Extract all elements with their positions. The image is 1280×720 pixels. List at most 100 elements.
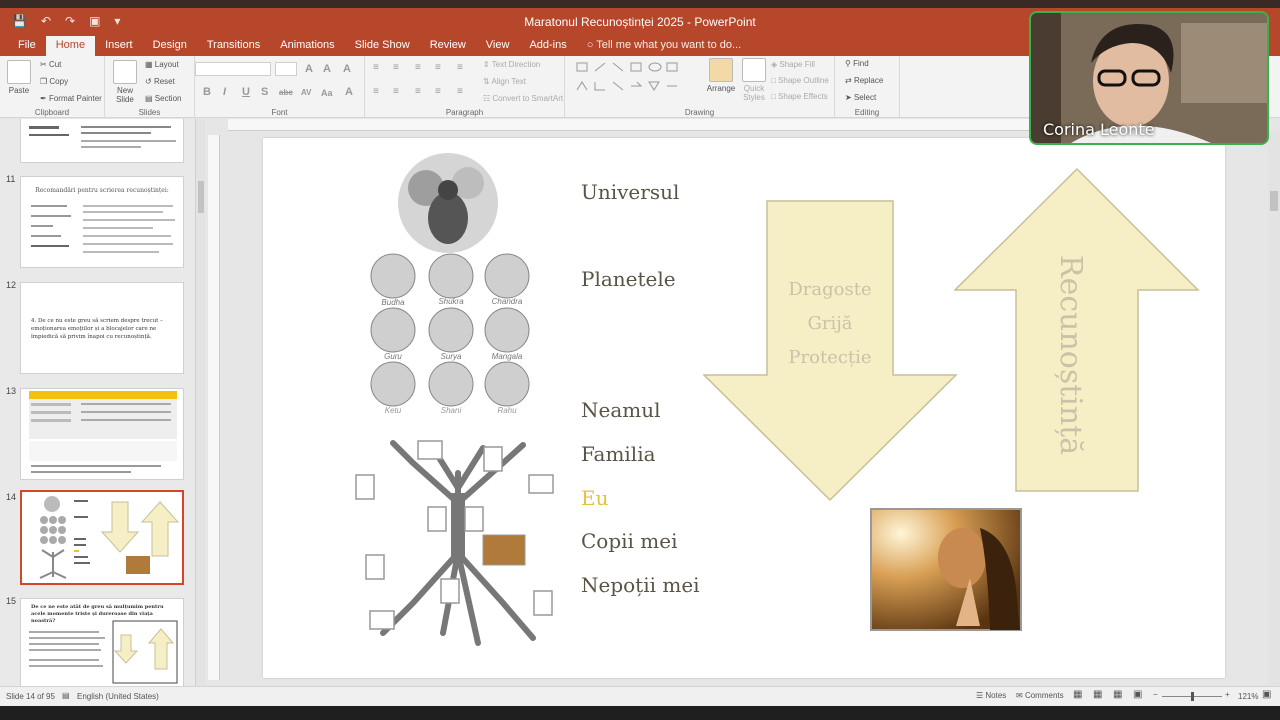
zoom-out-icon[interactable]: − bbox=[1153, 690, 1158, 699]
shape-fill-button[interactable]: ◈ Shape Fill bbox=[771, 60, 815, 69]
label-universul: Universul bbox=[581, 180, 680, 204]
text-direction-label: Text Direction bbox=[491, 60, 541, 69]
thumbnail-number: 13 bbox=[6, 386, 17, 396]
decrease-indent-icon[interactable]: ≡ bbox=[415, 62, 421, 73]
align-center-icon[interactable]: ≡ bbox=[393, 86, 399, 97]
current-slide[interactable]: Budha Shukra Chandra Guru Surya Mangala … bbox=[263, 138, 1225, 678]
shadow-button[interactable]: S bbox=[261, 86, 268, 98]
reading-view-icon[interactable]: ▦ bbox=[1113, 689, 1122, 700]
font-size-box[interactable] bbox=[275, 62, 297, 76]
proofing-icon[interactable]: ▤ bbox=[62, 691, 70, 700]
universe-image bbox=[398, 153, 498, 253]
quick-styles-button[interactable]: Quick Styles bbox=[739, 58, 769, 102]
zoom-in-icon[interactable]: + bbox=[1225, 690, 1230, 699]
zoom-slider-handle[interactable] bbox=[1191, 692, 1194, 701]
increase-indent-icon[interactable]: ≡ bbox=[435, 62, 441, 73]
notes-icon: ☰ bbox=[976, 691, 986, 700]
format-painter-button[interactable]: ✒ Format Painter bbox=[40, 94, 102, 103]
slide-thumbnail-15[interactable]: De ce ne este atât de greu să mulțumim p… bbox=[20, 598, 184, 686]
columns-icon[interactable]: ≡ bbox=[457, 86, 463, 97]
tab-insert[interactable]: Insert bbox=[95, 36, 143, 56]
reset-button[interactable]: ↺ Reset bbox=[145, 77, 175, 86]
section-button[interactable]: ▤ Section bbox=[145, 94, 181, 103]
slide-14-preview bbox=[39, 496, 180, 579]
align-right-icon[interactable]: ≡ bbox=[415, 86, 421, 97]
tab-view[interactable]: View bbox=[476, 36, 520, 56]
layout-button[interactable]: ▦ Layout bbox=[145, 60, 179, 69]
tab-file[interactable]: File bbox=[8, 36, 46, 56]
underline-button[interactable]: U bbox=[242, 86, 250, 98]
slide-thumbnail-12[interactable]: 4. De ce nu este greu să scriem despre t… bbox=[20, 282, 184, 374]
slide-scrollbar[interactable] bbox=[1268, 131, 1280, 686]
comment-icon: ✉ bbox=[1016, 691, 1025, 700]
tell-me-box[interactable]: ○ Tell me what you want to do... bbox=[577, 36, 751, 56]
planet-label-ketu: Ketu bbox=[384, 406, 402, 415]
new-slide-icon bbox=[113, 60, 137, 84]
copy-label: Copy bbox=[49, 77, 69, 86]
change-case-button[interactable]: Aa bbox=[321, 88, 333, 98]
slide-thumbnail-14-selected[interactable] bbox=[20, 490, 184, 585]
line-spacing-icon[interactable]: ≡ bbox=[457, 62, 463, 73]
copy-button[interactable]: ❐ Copy bbox=[40, 77, 68, 86]
shape-outline-button[interactable]: □ Shape Outline bbox=[771, 76, 829, 85]
new-slide-button[interactable]: New Slide bbox=[111, 60, 139, 104]
thumbnail-scroll-thumb[interactable] bbox=[198, 181, 204, 213]
char-spacing-button[interactable]: AV bbox=[301, 88, 312, 97]
bold-button[interactable]: B bbox=[203, 86, 211, 98]
bullets-icon[interactable]: ≡ bbox=[373, 62, 379, 73]
tab-add-ins[interactable]: Add-ins bbox=[519, 36, 576, 56]
text-direction-button[interactable]: ⇕ Text Direction bbox=[483, 60, 540, 69]
font-name-box[interactable] bbox=[195, 62, 271, 76]
fit-to-window-icon[interactable]: ▣ bbox=[1262, 689, 1271, 700]
tab-slide-show[interactable]: Slide Show bbox=[345, 36, 420, 56]
drawing-group: Arrange Quick Styles ◈ Shape Fill □ Shap… bbox=[565, 56, 835, 118]
smartart-icon: ☷ bbox=[483, 94, 493, 103]
justify-icon[interactable]: ≡ bbox=[435, 86, 441, 97]
shapes-gallery[interactable] bbox=[573, 60, 703, 96]
zoom-level[interactable]: 121% bbox=[1238, 692, 1258, 701]
slide-thumbnail-10[interactable] bbox=[20, 119, 184, 163]
font-color-button[interactable]: A bbox=[345, 86, 353, 98]
arrange-button[interactable]: Arrange bbox=[705, 58, 737, 93]
cut-button[interactable]: ✂ Cut bbox=[40, 60, 61, 69]
slide-thumbnail-13[interactable] bbox=[20, 388, 184, 480]
align-left-icon[interactable]: ≡ bbox=[373, 86, 379, 97]
thumbnail-scrollbar[interactable] bbox=[195, 119, 205, 686]
tab-transitions[interactable]: Transitions bbox=[197, 36, 270, 56]
numbering-icon[interactable]: ≡ bbox=[393, 62, 399, 73]
slideshow-view-icon[interactable]: ▣ bbox=[1133, 689, 1142, 700]
slide-sorter-icon[interactable]: ▦ bbox=[1093, 689, 1102, 700]
notes-button[interactable]: ☰ Notes bbox=[976, 691, 1006, 700]
tab-design[interactable]: Design bbox=[143, 36, 197, 56]
planet-label-surya: Surya bbox=[440, 352, 462, 361]
replace-button[interactable]: ⇄ Replace bbox=[845, 76, 883, 85]
comments-button[interactable]: ✉ Comments bbox=[1016, 691, 1064, 700]
italic-button[interactable]: I bbox=[223, 86, 226, 98]
clipboard-group: Paste ✂ Cut ❐ Copy ✒ Format Painter Clip… bbox=[0, 56, 105, 118]
align-text-button[interactable]: ⇅ Align Text bbox=[483, 77, 526, 86]
cut-label: Cut bbox=[48, 60, 62, 69]
slide-thumbnail-11[interactable]: Recomandări pentru scrierea recunoștințe… bbox=[20, 176, 184, 268]
layout-label: Layout bbox=[154, 60, 179, 69]
planet-label-budha: Budha bbox=[381, 298, 405, 307]
select-button[interactable]: ➤ Select bbox=[845, 93, 876, 102]
shrink-font-icon[interactable]: A bbox=[323, 63, 331, 75]
shape-effects-button[interactable]: □ Shape Effects bbox=[771, 92, 828, 101]
tab-home[interactable]: Home bbox=[45, 36, 96, 56]
tab-animations[interactable]: Animations bbox=[270, 36, 344, 56]
slide-thumbnail-pane[interactable]: 11 Recomandări pentru scrierea recunoști… bbox=[0, 119, 195, 686]
slide-scroll-thumb[interactable] bbox=[1270, 191, 1278, 211]
clear-format-icon[interactable]: A bbox=[343, 63, 351, 75]
find-button[interactable]: ⚲ Find bbox=[845, 59, 869, 68]
language-indicator[interactable]: English (United States) bbox=[77, 692, 159, 701]
convert-smartart-button[interactable]: ☷ Convert to SmartArt bbox=[483, 94, 563, 103]
tab-review[interactable]: Review bbox=[420, 36, 476, 56]
paste-button[interactable]: Paste bbox=[6, 60, 32, 95]
label-familia: Familia bbox=[581, 442, 656, 466]
select-label: Select bbox=[853, 93, 877, 102]
strikethrough-button[interactable]: abc bbox=[279, 88, 293, 97]
find-label: Find bbox=[853, 59, 869, 68]
zoom-slider[interactable] bbox=[1162, 692, 1222, 701]
grow-font-icon[interactable]: A bbox=[305, 63, 313, 75]
normal-view-icon[interactable]: ▦ bbox=[1073, 689, 1082, 700]
